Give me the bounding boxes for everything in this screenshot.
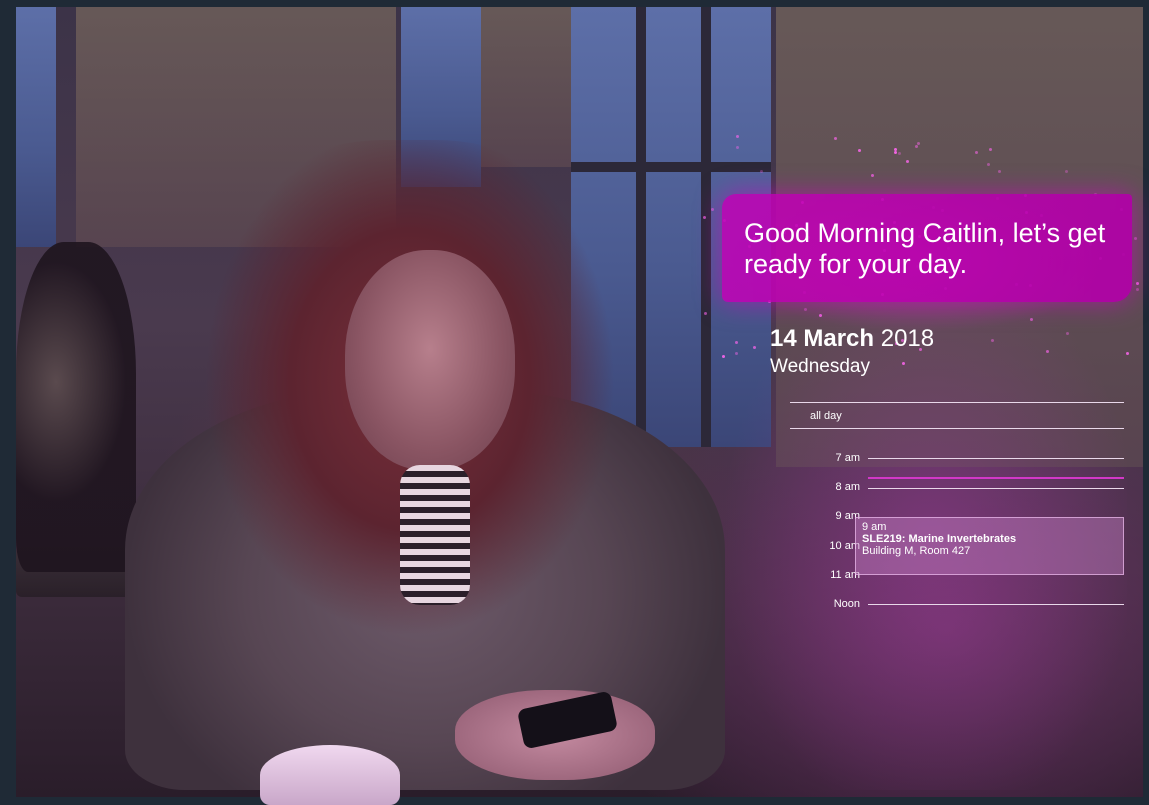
divider xyxy=(790,402,1124,403)
sparkle-dot xyxy=(752,345,756,349)
event-location: Building M, Room 427 xyxy=(862,545,971,557)
time-label-11am: 11 am xyxy=(830,569,860,581)
sparkle-dot xyxy=(901,362,905,366)
sparkle-dot xyxy=(858,148,862,152)
time-label-10am: 10 am xyxy=(829,540,860,552)
event-title: SLE219: Marine Invertebrates xyxy=(862,533,1017,545)
current-time-line xyxy=(868,477,1124,479)
sparkle-dot xyxy=(1133,236,1137,240)
time-label-8am: 8 am xyxy=(835,481,860,493)
date-year: 2018 xyxy=(880,325,935,352)
event-start-time: 9 am xyxy=(862,521,887,533)
date-day-month: 14 March xyxy=(770,325,875,352)
sparkle-dot xyxy=(833,137,837,141)
hour-line xyxy=(868,488,1124,489)
hour-line xyxy=(868,604,1124,605)
window-pane xyxy=(16,7,56,247)
sparkle-dot xyxy=(893,148,897,152)
time-label-noon: Noon xyxy=(833,598,860,610)
sparkle-dot xyxy=(818,313,822,317)
time-label-9am: 9 am xyxy=(835,510,860,522)
sparkle-dot xyxy=(898,151,902,155)
sparkle-dot xyxy=(703,311,707,315)
sparkle-dot xyxy=(735,135,739,139)
sparkle-dot xyxy=(760,169,764,173)
sparkle-dot xyxy=(734,340,738,344)
all-day-label: all day xyxy=(810,410,842,422)
person-shirt xyxy=(400,465,470,605)
hour-line xyxy=(868,458,1124,459)
weekday-label: Wednesday xyxy=(770,356,870,377)
sparkle-dot xyxy=(987,162,991,166)
sparkle-dot xyxy=(974,150,978,154)
sparkle-dot xyxy=(710,207,714,211)
divider xyxy=(790,428,1124,429)
date-heading: 14 March 2018 xyxy=(770,325,934,353)
brick-wall xyxy=(481,7,571,167)
person-face xyxy=(345,250,515,470)
coffee-cup xyxy=(260,745,400,805)
sparkle-dot xyxy=(1135,288,1139,292)
calendar-event[interactable]: 9 am SLE219: Marine Invertebrates Buildi… xyxy=(855,517,1124,575)
sparkle-dot xyxy=(990,338,994,342)
greeting-text: Good Morning Caitlin, let’s get ready fo… xyxy=(744,218,1106,279)
time-label-7am: 7 am xyxy=(835,452,860,464)
background-person xyxy=(16,242,136,572)
